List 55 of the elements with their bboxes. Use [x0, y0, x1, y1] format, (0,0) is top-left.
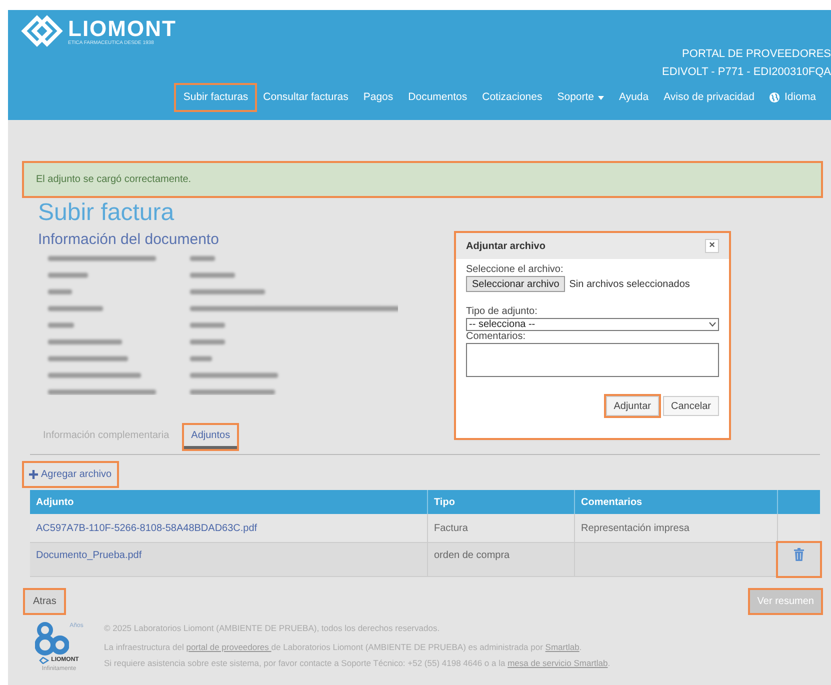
field-label: Tipo de adjunto: — [466, 306, 538, 318]
success-alert: El adjunto se cargó correctamente. — [24, 163, 821, 196]
nav-link[interactable]: Soporte — [550, 85, 612, 110]
select-field[interactable]: -- selecciona -- — [466, 318, 719, 331]
nav-link[interactable]: Pagos — [356, 85, 400, 110]
file-status: Sin archivos seleccionados — [569, 278, 690, 292]
diamond-logo-icon — [20, 14, 64, 48]
trash-icon[interactable] — [794, 548, 804, 561]
file-link[interactable]: AC597A7B-110F-5266-8108-58A48BDAD63C.pdf — [36, 520, 258, 536]
back-button[interactable]: Atras — [25, 590, 64, 613]
footer-text: © 2025 Laboratorios Liomont (AMBIENTE DE PRUEBA), todos los derechos reservados. — [104, 623, 440, 633]
globe-icon — [769, 92, 780, 103]
nav-link[interactable]: Idioma — [762, 85, 823, 110]
page-title: Subir factura — [38, 200, 174, 226]
portal-title: PORTAL DE PROVEEDORES — [682, 47, 831, 62]
column-header: Comentarios — [581, 496, 642, 510]
choose-file-button[interactable]: Seleccionar archivo — [466, 276, 566, 292]
nav-link[interactable]: Cotizaciones — [475, 85, 550, 110]
plus-icon — [29, 470, 38, 479]
anniversary-logo-icon — [34, 622, 69, 656]
footer-text: La infraestructura del — [104, 642, 185, 652]
footer-text: . — [579, 642, 582, 652]
footer-text: de Laboratorios Liomont (AMBIENTE DE PRUEBA) es administrada por — [271, 642, 544, 652]
nav-link[interactable]: Documentos — [401, 85, 474, 110]
dialog-button[interactable]: Cancelar — [662, 396, 719, 416]
tab[interactable]: Información complementaria — [36, 425, 176, 449]
column-header: Tipo — [434, 496, 455, 510]
section-title: Información del documento — [38, 230, 219, 250]
footer-link[interactable]: mesa de servicio Smartlab — [508, 658, 608, 668]
tab[interactable]: Adjuntos — [184, 425, 238, 449]
footer-link[interactable]: Smartlab — [545, 642, 580, 652]
footer-link[interactable]: portal de proveedores — [186, 642, 272, 652]
column-header: Adjunto — [36, 496, 74, 510]
nav-link[interactable]: Ayuda — [612, 85, 656, 110]
footer-text: Si requiere asistencia sobre este sistema, por favor contacte a Soporte Técnico: +52 (55) 4198 4646 o a la — [104, 658, 506, 668]
nav-link[interactable]: Subir facturas — [176, 85, 256, 110]
file-link[interactable]: Documento_Prueba.pdf — [36, 548, 142, 563]
dialog-button[interactable]: Adjuntar — [606, 396, 659, 416]
nav-link[interactable]: Consultar facturas — [256, 85, 356, 110]
field-label: Comentarios: — [466, 331, 526, 343]
nav-link[interactable]: Aviso de privacidad — [656, 85, 762, 110]
add-file-link[interactable]: Agregar archivo — [24, 463, 117, 486]
comments-field[interactable] — [466, 343, 719, 377]
table-cell-text: Representación impresa — [581, 522, 690, 536]
account-info: EDIVOLT - P771 - EDI200310FQA — [662, 65, 831, 80]
diamond-logo-icon — [39, 657, 50, 664]
chevron-down-icon — [709, 322, 716, 327]
brand-name: LIOMONT — [68, 18, 176, 40]
footer-text: . — [608, 658, 610, 668]
table-cell-text: orden de compra — [434, 549, 510, 563]
dialog-title: Adjuntar archivo — [466, 240, 546, 254]
caret-icon — [598, 96, 604, 100]
field-label: Seleccione el archivo: — [466, 264, 564, 276]
table-cell-text: Factura — [434, 522, 468, 536]
close-button[interactable]: × — [705, 239, 719, 253]
